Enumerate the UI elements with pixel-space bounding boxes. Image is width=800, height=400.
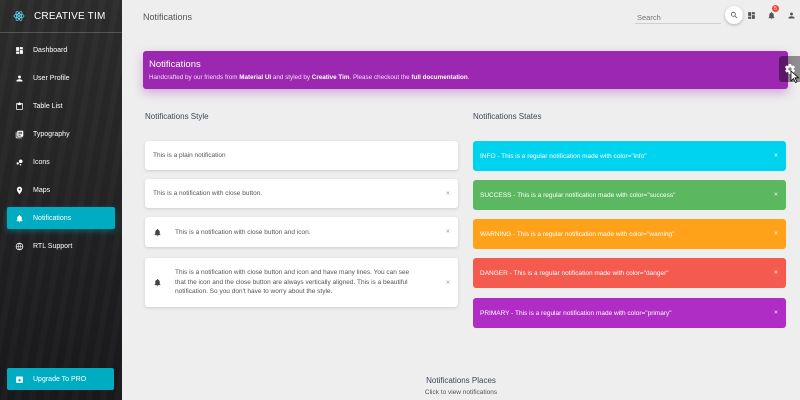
person-icon xyxy=(788,12,795,19)
location-pin-icon xyxy=(15,186,24,195)
sidebar-item-label: Typography xyxy=(33,130,70,138)
sidebar-item-label: Icons xyxy=(33,158,50,166)
dashboard-icon xyxy=(748,12,755,19)
search-input[interactable] xyxy=(635,8,721,24)
success-notification: SUCCESS - This is a regular notification… xyxy=(473,180,786,210)
subtitle-text: . xyxy=(467,74,470,81)
warning-notification: WARNING - This is a regular notification… xyxy=(473,219,786,249)
close-icon[interactable]: × xyxy=(774,231,778,238)
sidebar-item-label: User Profile xyxy=(33,74,70,82)
notification-text: This is a notification with close button… xyxy=(175,228,311,236)
brand-name: CREATIVE TIM xyxy=(34,10,106,22)
notifications-style-title: Notifications Style xyxy=(145,112,209,121)
notification-with-icon: This is a notification with close button… xyxy=(145,217,458,247)
clipboard-icon xyxy=(15,101,24,111)
person-icon xyxy=(15,74,24,83)
danger-notification: DANGER - This is a regular notification … xyxy=(473,258,786,288)
sidebar: CREATIVE TIM Dashboard User Profile Tabl… xyxy=(0,0,122,400)
sidebar-item-notifications[interactable]: Notifications xyxy=(7,207,115,229)
close-icon[interactable]: × xyxy=(774,310,778,317)
close-icon[interactable]: × xyxy=(446,279,450,286)
sidebar-item-label: Dashboard xyxy=(33,46,68,54)
notification-text: WARNING - This is a regular notification… xyxy=(480,230,675,238)
notification-count-badge: 5 xyxy=(772,5,779,12)
library-books-icon xyxy=(15,130,24,139)
search-button[interactable] xyxy=(725,6,743,24)
close-icon[interactable]: × xyxy=(774,270,778,277)
primary-notification: PRIMARY - This is a regular notification… xyxy=(473,298,786,328)
notifications-places-title: Notifications Places xyxy=(426,376,496,385)
material-ui-link[interactable]: Material UI xyxy=(239,74,271,81)
close-icon[interactable]: × xyxy=(774,192,778,199)
dashboard-icon xyxy=(15,46,24,55)
notification-text: This is a plain notification xyxy=(153,152,226,159)
plain-notification: This is a plain notification xyxy=(145,141,458,170)
sidebar-item-label: Maps xyxy=(33,186,51,194)
dashboard-button[interactable] xyxy=(747,11,756,20)
notification-with-close: This is a notification with close button… xyxy=(145,179,458,208)
sidebar-item-user-profile[interactable]: User Profile xyxy=(7,67,115,89)
sidebar-item-maps[interactable]: Maps xyxy=(7,179,115,201)
sidebar-item-icons[interactable]: Icons xyxy=(7,151,115,173)
sidebar-item-label: RTL Support xyxy=(33,242,73,250)
multiline-notification: This is a notification with close button… xyxy=(145,258,458,307)
top-navbar: Notifications 5 xyxy=(122,0,800,36)
info-notification: INFO - This is a regular notification ma… xyxy=(473,141,786,171)
notification-text: INFO - This is a regular notification ma… xyxy=(480,152,647,160)
mouse-cursor-icon xyxy=(790,70,800,83)
bell-icon xyxy=(153,278,162,287)
sidebar-item-table-list[interactable]: Table List xyxy=(7,95,115,117)
close-icon[interactable]: × xyxy=(446,190,450,197)
react-atom-icon xyxy=(13,11,25,21)
notification-text: PRIMARY - This is a regular notification… xyxy=(480,309,672,317)
bell-icon xyxy=(15,214,24,223)
notification-text: This is a notification with close button… xyxy=(175,269,410,296)
notifications-header-card: Notifications Handcrafted by our friends… xyxy=(143,51,788,89)
subtitle-text: . Please checkout the xyxy=(349,74,412,81)
creative-tim-link[interactable]: Creative Tim xyxy=(312,74,350,81)
language-icon xyxy=(15,242,24,251)
notification-text: This is a notification with close button… xyxy=(153,190,263,197)
brand[interactable]: CREATIVE TIM xyxy=(0,0,122,33)
bell-icon xyxy=(153,228,162,237)
close-icon[interactable]: × xyxy=(774,153,778,160)
bubble-chart-icon xyxy=(15,158,24,167)
close-icon[interactable]: × xyxy=(446,229,450,236)
notification-text: DANGER - This is a regular notification … xyxy=(480,269,669,277)
notifications-button[interactable] xyxy=(767,11,776,20)
full-documentation-link[interactable]: full documentation xyxy=(411,74,467,81)
sidebar-item-label: Notifications xyxy=(33,214,72,222)
sidebar-item-rtl-support[interactable]: RTL Support xyxy=(7,235,115,257)
user-button[interactable] xyxy=(787,11,796,20)
subtitle-text: Handcrafted by our friends from xyxy=(149,74,240,81)
sidebar-nav: Dashboard User Profile Table List Typogr… xyxy=(0,33,122,257)
subtitle-text: and styled by xyxy=(271,74,312,81)
notification-text: SUCCESS - This is a regular notification… xyxy=(480,191,676,199)
bell-icon xyxy=(768,11,775,20)
notifications-states-title: Notifications States xyxy=(473,112,542,121)
page-title: Notifications xyxy=(143,12,193,22)
sidebar-item-dashboard[interactable]: Dashboard xyxy=(7,39,115,61)
card-subtitle: Handcrafted by our friends from Material… xyxy=(149,74,782,81)
sidebar-item-typography[interactable]: Typography xyxy=(7,123,115,145)
sidebar-item-label: Table List xyxy=(33,102,63,110)
search-icon xyxy=(730,11,738,19)
card-title: Notifications xyxy=(149,59,201,70)
notifications-places-subtitle: Click to view notifications xyxy=(424,389,498,396)
